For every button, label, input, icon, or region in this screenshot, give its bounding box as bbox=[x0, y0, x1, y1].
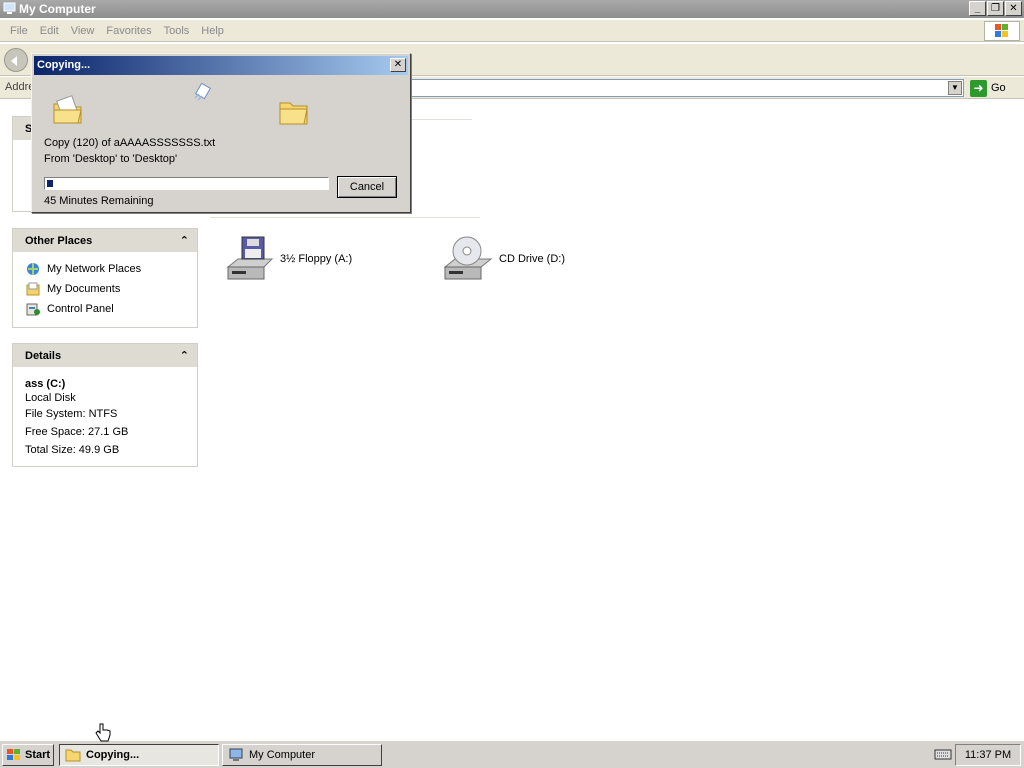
drive-floppy-a[interactable]: 3½ Floppy (A:) bbox=[224, 235, 352, 283]
taskbar: Start Copying... My Computer 11:37 PM bbox=[0, 740, 1024, 768]
close-button[interactable]: ✕ bbox=[1005, 1, 1022, 16]
window-titlebar[interactable]: My Computer _ ❐ ✕ bbox=[0, 0, 1024, 18]
copy-from-to-text: From 'Desktop' to 'Desktop' bbox=[44, 153, 178, 165]
folder-icon bbox=[65, 749, 81, 762]
clock-text: 11:37 PM bbox=[964, 749, 1012, 761]
menu-help[interactable]: Help bbox=[195, 25, 230, 37]
link-label: Control Panel bbox=[47, 303, 114, 315]
my-computer-icon bbox=[3, 2, 16, 14]
drive-label: CD Drive (D:) bbox=[499, 253, 565, 265]
hand-cursor-icon bbox=[95, 723, 111, 742]
time-remaining-text: 45 Minutes Remaining bbox=[44, 195, 154, 207]
details-drive-type: Local Disk bbox=[25, 392, 76, 404]
details-file-system: File System: NTFS bbox=[25, 408, 118, 420]
menu-edit[interactable]: Edit bbox=[34, 25, 65, 37]
windows-flag-icon bbox=[7, 749, 20, 760]
details-total-size: Total Size: 49.9 GB bbox=[25, 444, 120, 456]
cd-drive-icon bbox=[443, 236, 493, 280]
link-label: My Network Places bbox=[47, 263, 142, 275]
menu-view[interactable]: View bbox=[65, 25, 101, 37]
task-label: Copying... bbox=[86, 749, 140, 761]
go-button[interactable]: ➜ Go bbox=[970, 79, 1020, 97]
back-button[interactable] bbox=[4, 48, 28, 72]
link-control-panel[interactable]: Control Panel bbox=[25, 299, 185, 319]
collapse-chevron-icon[interactable]: ⌃ bbox=[180, 234, 189, 247]
destination-folder-icon bbox=[279, 102, 308, 125]
copy-progress-bar bbox=[44, 177, 329, 190]
taskbar-button-copying[interactable]: Copying... bbox=[59, 744, 219, 766]
system-tray-clock[interactable]: 11:37 PM bbox=[955, 744, 1021, 766]
link-my-network-places[interactable]: My Network Places bbox=[25, 259, 185, 279]
copy-file-text: Copy (120) of aAAAASSSSSSS.txt bbox=[44, 137, 216, 149]
documents-icon bbox=[26, 282, 40, 296]
keyboard-icon[interactable] bbox=[934, 747, 952, 761]
menu-file[interactable]: File bbox=[4, 25, 34, 37]
menu-tools[interactable]: Tools bbox=[158, 25, 196, 37]
drive-label: 3½ Floppy (A:) bbox=[280, 253, 353, 265]
collapse-chevron-icon[interactable]: ⌃ bbox=[180, 349, 189, 362]
other-places-panel: Other Places ⌃ My Network Places My Docu… bbox=[12, 228, 198, 328]
flying-document-icon bbox=[194, 82, 212, 101]
my-computer-icon bbox=[229, 748, 243, 761]
section-divider bbox=[210, 217, 480, 218]
dialog-close-button[interactable]: ✕ bbox=[390, 58, 406, 72]
menu-favorites[interactable]: Favorites bbox=[100, 25, 157, 37]
windows-logo bbox=[984, 21, 1020, 41]
task-label: My Computer bbox=[249, 749, 316, 761]
details-header[interactable]: Details ⌃ bbox=[13, 344, 197, 367]
details-drive-name: ass (C:) bbox=[25, 378, 66, 390]
floppy-drive-icon bbox=[226, 236, 274, 280]
address-label: Addre bbox=[5, 81, 35, 93]
cancel-button[interactable]: Cancel bbox=[337, 176, 397, 198]
details-panel: Details ⌃ ass (C:) Local Disk File Syste… bbox=[12, 343, 198, 467]
restore-button[interactable]: ❐ bbox=[987, 1, 1004, 16]
link-label: My Documents bbox=[47, 283, 121, 295]
taskbar-button-my-computer[interactable]: My Computer bbox=[222, 744, 382, 766]
drive-cd-d[interactable]: CD Drive (D:) bbox=[443, 235, 565, 283]
minimize-button[interactable]: _ bbox=[969, 1, 986, 16]
start-button[interactable]: Start bbox=[2, 744, 54, 766]
window-title: My Computer bbox=[19, 2, 96, 16]
go-label: Go bbox=[991, 82, 1006, 94]
address-dropdown-icon[interactable]: ▼ bbox=[948, 81, 962, 95]
link-my-documents[interactable]: My Documents bbox=[25, 279, 185, 299]
menu-bar: File Edit View Favorites Tools Help bbox=[0, 20, 1024, 42]
control-panel-icon bbox=[26, 303, 40, 316]
go-arrow-icon: ➜ bbox=[970, 79, 987, 97]
other-places-title: Other Places bbox=[25, 234, 93, 247]
dialog-title: Copying... bbox=[37, 59, 91, 71]
progress-fill bbox=[47, 180, 53, 187]
start-label: Start bbox=[25, 749, 51, 761]
network-icon bbox=[27, 263, 39, 275]
dialog-titlebar[interactable]: Copying... ✕ bbox=[34, 56, 408, 75]
details-free-space: Free Space: 27.1 GB bbox=[25, 426, 129, 438]
details-title: Details bbox=[25, 349, 62, 362]
copying-dialog: Copying... ✕ Copy (120) of aAAAASSSSSSS.… bbox=[31, 53, 411, 213]
other-places-header[interactable]: Other Places ⌃ bbox=[13, 229, 197, 252]
source-folder-icon bbox=[53, 95, 82, 124]
